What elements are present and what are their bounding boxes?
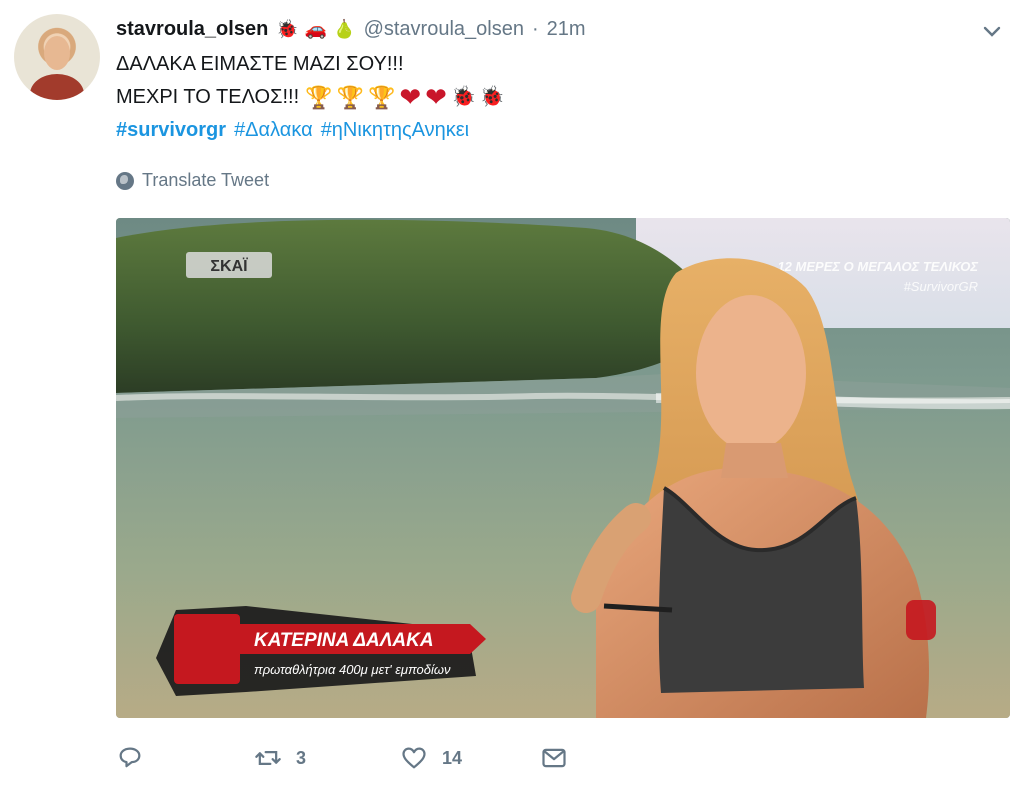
direct-message-button[interactable] bbox=[540, 744, 568, 772]
overlay-top-line2: #SurvivorGR bbox=[904, 279, 978, 294]
hashtag-link[interactable]: #Δαλακα bbox=[234, 114, 313, 147]
translate-tweet-link[interactable]: Translate Tweet bbox=[116, 170, 269, 191]
like-button[interactable]: 14 bbox=[400, 744, 540, 772]
like-count: 14 bbox=[442, 747, 463, 768]
lower-third-name: ΚΑΤΕΡΙΝΑ ΔΑΛΑΚΑ bbox=[254, 630, 434, 651]
tv-screenshot: ΣΚΑΪ 12 ΜΕΡΕΣ Ο ΜΕΓΑΛΟΣ ΤΕΛΙΚΟΣ #Survivo… bbox=[116, 218, 1010, 718]
trophy-emoji: 🏆 bbox=[336, 85, 364, 110]
tweet-actions: 3 14 bbox=[116, 744, 568, 772]
trophy-emoji: 🏆 bbox=[305, 85, 333, 110]
hashtag-row: #survivorgr #Δαλακα #ηΝικητηςΑνηκει bbox=[116, 114, 976, 147]
red-heart-emoji: ❤ bbox=[399, 82, 422, 112]
globe-icon bbox=[116, 171, 134, 190]
separator-dot: · bbox=[531, 17, 539, 40]
ladybug-emoji: 🐞 bbox=[479, 86, 505, 108]
hashtag-link[interactable]: #survivorgr bbox=[116, 114, 226, 147]
reply-button[interactable] bbox=[116, 744, 254, 772]
lower-third-subtitle: πρωταθλήτρια 400μ μετ' εμποδίων bbox=[254, 662, 451, 677]
avatar-shoulders bbox=[30, 74, 84, 100]
tweet-line-2: ΜΕΧΡΙ ΤΟ ΤΕΛΟΣ!!! 🏆 🏆 🏆 ❤ ❤ 🐞 🐞 bbox=[116, 81, 976, 114]
retweet-icon bbox=[255, 751, 281, 765]
name-emoji-badges: 🐞 🚗 🍐 bbox=[276, 19, 355, 40]
hashtag-link[interactable]: #ηΝικητηςΑνηκει bbox=[321, 114, 469, 147]
tweet-timestamp[interactable]: 21m bbox=[547, 18, 586, 41]
avatar-face bbox=[44, 36, 70, 70]
tweet-media-image[interactable]: ΣΚΑΪ 12 ΜΕΡΕΣ Ο ΜΕΓΑΛΟΣ ΤΕΛΙΚΟΣ #Survivo… bbox=[116, 218, 1010, 718]
author-handle[interactable]: @stavroula_olsen bbox=[364, 18, 524, 41]
envelope-icon bbox=[542, 748, 566, 768]
car-emoji: 🚗 bbox=[304, 18, 328, 39]
ladybug-emoji: 🐞 bbox=[276, 18, 299, 39]
tweet-line-2-emojis: 🏆 🏆 🏆 ❤ ❤ 🐞 🐞 bbox=[305, 81, 505, 114]
tweet-header: stavroula_olsen 🐞 🚗 🍐 @stavroula_olsen ·… bbox=[116, 14, 586, 44]
island-hill bbox=[116, 219, 718, 393]
chevron-down-icon[interactable] bbox=[980, 20, 1004, 44]
tweet-line-1: ΔΑΛΑΚΑ ΕΙΜΑΣΤΕ ΜΑΖΙ ΣΟΥ!!! bbox=[116, 48, 976, 81]
author-avatar[interactable] bbox=[14, 14, 100, 100]
tweet-text: ΔΑΛΑΚΑ ΕΙΜΑΣΤΕ ΜΑΖΙ ΣΟΥ!!! ΜΕΧΡΙ ΤΟ ΤΕΛΟ… bbox=[116, 48, 976, 147]
tweet-line-1-text: ΔΑΛΑΚΑ ΕΙΜΑΣΤΕ ΜΑΖΙ ΣΟΥ!!! bbox=[116, 53, 404, 75]
reply-icon bbox=[119, 747, 141, 768]
ladybug-emoji: 🐞 bbox=[450, 86, 476, 108]
overlay-top-line1: 12 ΜΕΡΕΣ Ο ΜΕΓΑΛΟΣ ΤΕΛΙΚΟΣ bbox=[777, 259, 978, 274]
translate-label: Translate Tweet bbox=[142, 170, 270, 190]
tweet-line-2-text: ΜΕΧΡΙ ΤΟ ΤΕΛΟΣ!!! bbox=[116, 86, 300, 108]
heart-icon bbox=[402, 747, 426, 769]
red-heart-emoji: ❤ bbox=[425, 82, 447, 112]
retweet-button[interactable]: 3 bbox=[254, 744, 400, 772]
channel-logo-text: ΣΚΑΪ bbox=[210, 257, 248, 275]
trophy-emoji: 🏆 bbox=[367, 85, 396, 110]
retweet-count: 3 bbox=[296, 747, 307, 768]
author-display-name[interactable]: stavroula_olsen bbox=[116, 18, 268, 41]
pear-emoji: 🍐 bbox=[333, 18, 356, 39]
